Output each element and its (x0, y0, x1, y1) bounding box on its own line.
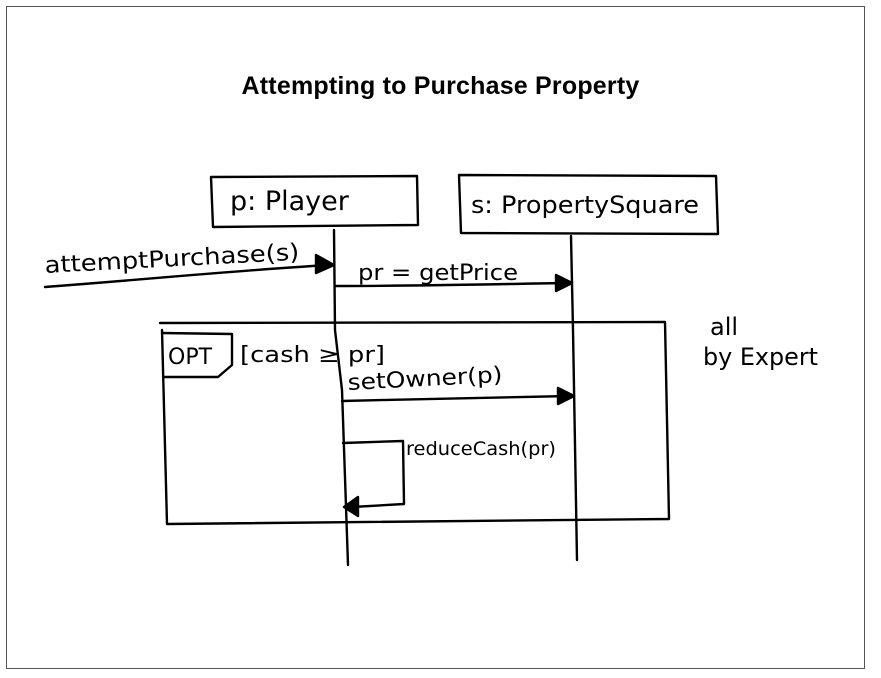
arrowhead-get-price (554, 273, 574, 293)
message-label-get-price: pr = getPrice (358, 261, 518, 286)
opt-guard-label: [cash ≥ pr] (240, 343, 385, 368)
note-line-2: by Expert (703, 343, 818, 371)
lifeline-label-player: p: Player (230, 186, 350, 217)
arrowhead-set-owner (556, 386, 576, 406)
note-line-1: all (710, 313, 738, 341)
opt-fragment-frame (158, 320, 671, 526)
sequence-diagram: p: Player s: PropertySquare attemptPurch… (43, 173, 818, 567)
opt-operator-label: OPT (168, 345, 213, 370)
lifeline-player (332, 228, 350, 567)
message-arrow-set-owner (340, 394, 572, 403)
lifeline-label-square: s: PropertySquare (471, 191, 699, 219)
message-label-attempt-purchase: attemptPurchase(s) (44, 240, 300, 279)
arrowhead-attempt (314, 253, 336, 275)
message-label-reduce-cash: reduceCash(pr) (406, 438, 556, 460)
self-message-reduce-cash (341, 439, 406, 509)
